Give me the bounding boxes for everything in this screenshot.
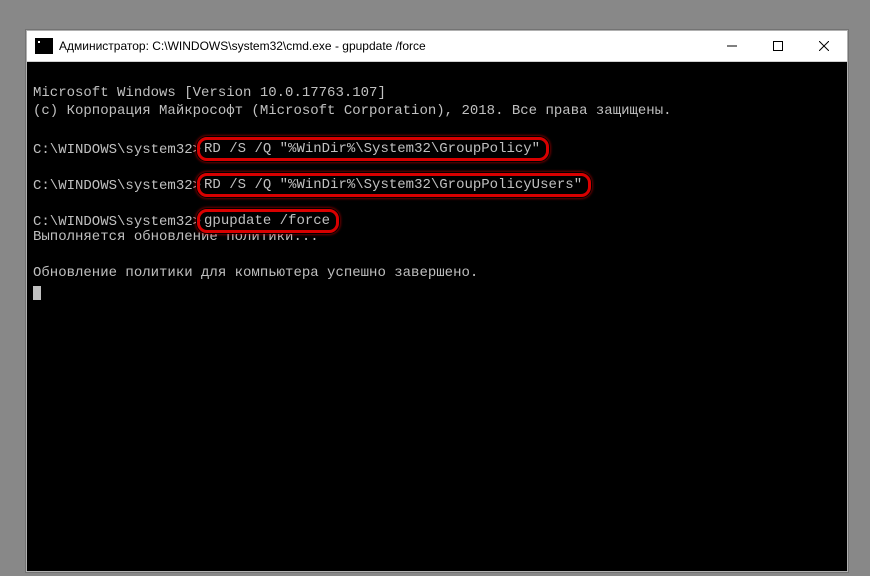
titlebar[interactable]: Администратор: C:\WINDOWS\system32\cmd.e… [27, 31, 847, 62]
close-button[interactable] [801, 31, 847, 61]
console-line [33, 120, 841, 138]
console-line: Microsoft Windows [Version 10.0.17763.10… [33, 84, 841, 102]
prompt: C:\WINDOWS\system32> [33, 178, 201, 194]
command-highlighted: RD /S /Q "%WinDir%\System32\GroupPolicyU… [197, 173, 591, 197]
console-line: C:\WINDOWS\system32>gpupdate /force [33, 210, 841, 228]
console-line [33, 246, 841, 264]
window-title: Администратор: C:\WINDOWS\system32\cmd.e… [59, 39, 709, 53]
console-line: (c) Корпорация Майкрософт (Microsoft Cor… [33, 102, 841, 120]
console-line: C:\WINDOWS\system32>RD /S /Q "%WinDir%\S… [33, 138, 841, 156]
console-line: C:\WINDOWS\system32>RD /S /Q "%WinDir%\S… [33, 174, 841, 192]
cursor [33, 286, 41, 300]
console-line [33, 282, 841, 300]
maximize-button[interactable] [755, 31, 801, 61]
minimize-icon [727, 41, 737, 51]
console-line: Выполняется обновление политики... [33, 228, 841, 246]
maximize-icon [773, 41, 783, 51]
window: Администратор: C:\WINDOWS\system32\cmd.e… [26, 30, 848, 572]
cmd-icon [35, 38, 53, 54]
console-area[interactable]: Microsoft Windows [Version 10.0.17763.10… [27, 62, 847, 571]
close-icon [819, 41, 829, 51]
minimize-button[interactable] [709, 31, 755, 61]
prompt: C:\WINDOWS\system32> [33, 142, 201, 158]
window-controls [709, 31, 847, 61]
command-highlighted: gpupdate /force [197, 209, 339, 233]
console-line: Обновление политики для компьютера успеш… [33, 264, 841, 282]
command-highlighted: RD /S /Q "%WinDir%\System32\GroupPolicy" [197, 137, 549, 161]
